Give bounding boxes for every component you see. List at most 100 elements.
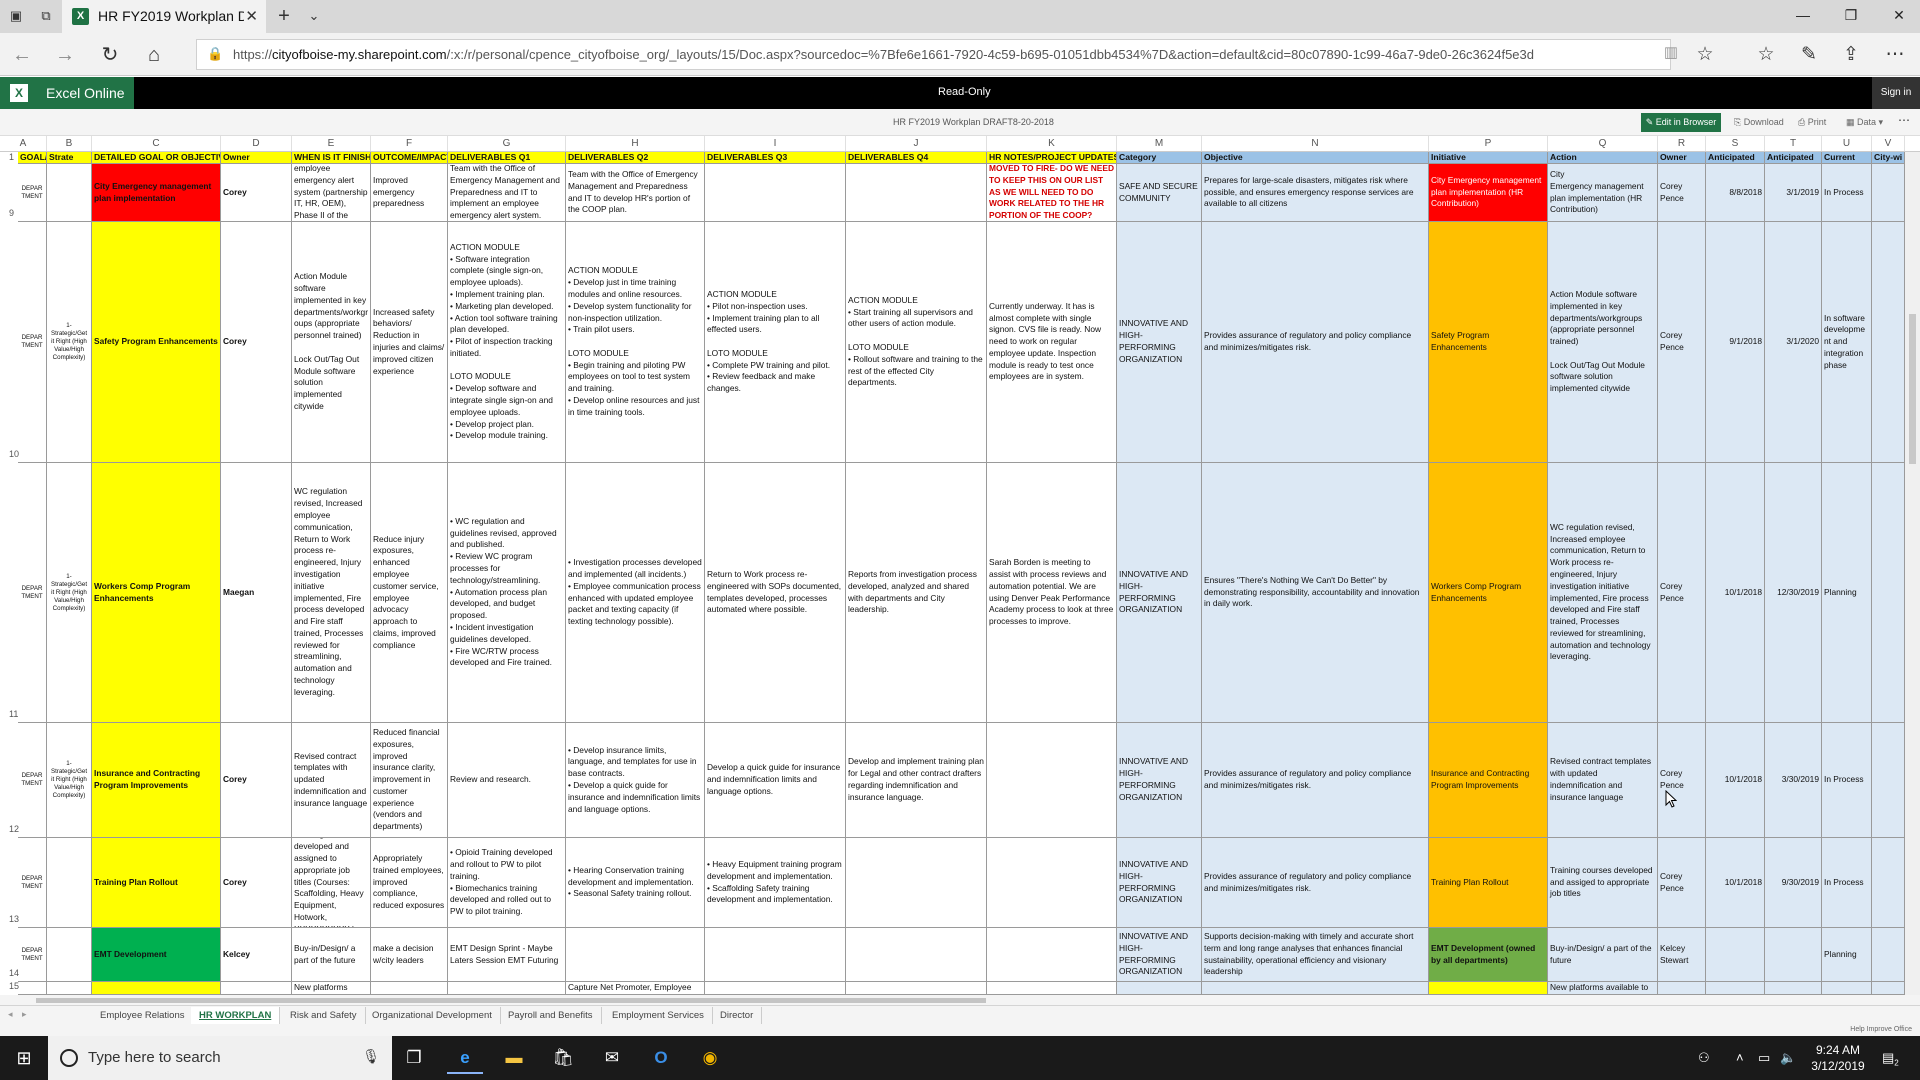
cell-s[interactable]: 10/1/2018: [1706, 838, 1765, 928]
cell-k[interactable]: Currently underway. It has is almost com…: [987, 222, 1117, 463]
cell-k[interactable]: [987, 838, 1117, 928]
cell-i[interactable]: Develop a quick guide for insurance and …: [705, 723, 846, 838]
cell-p[interactable]: City Emergency management plan implement…: [1429, 164, 1548, 222]
cell-t[interactable]: [1765, 928, 1822, 982]
cell-s[interactable]: 8/8/2018: [1706, 164, 1765, 222]
header-cell[interactable]: Action: [1548, 152, 1658, 164]
cell-v[interactable]: [1872, 463, 1905, 723]
mail-icon[interactable]: ✉: [594, 1042, 630, 1074]
cell-p[interactable]: Training Plan Rollout: [1429, 838, 1548, 928]
cell-c[interactable]: Safety Program Enhancements: [92, 222, 221, 463]
cell-e[interactable]: WC regulation revised, Increased employe…: [292, 463, 371, 723]
cell-r[interactable]: Corey Pence: [1658, 723, 1706, 838]
column-header-r[interactable]: R: [1658, 136, 1706, 151]
column-header-j[interactable]: J: [846, 136, 987, 151]
cell-n[interactable]: Provides assurance of regulatory and pol…: [1202, 222, 1429, 463]
cell-d[interactable]: Corey: [221, 222, 292, 463]
sheet-tab-employee-relations[interactable]: Employee Relations: [92, 1007, 194, 1024]
restore-icon[interactable]: ❐: [1836, 7, 1866, 24]
cell-g[interactable]: • Opioid Training developed and rollout …: [448, 838, 566, 928]
cell-d[interactable]: Kelcey: [221, 928, 292, 982]
close-tab-icon[interactable]: ✕: [245, 7, 258, 25]
header-cell[interactable]: GOAL/: [18, 152, 47, 164]
cell-c[interactable]: City Emergency management plan implement…: [92, 164, 221, 222]
cell-h[interactable]: • Hearing Conservation training developm…: [566, 838, 705, 928]
cell-v[interactable]: [1872, 723, 1905, 838]
ribbon-more-icon[interactable]: ⋯: [1898, 113, 1910, 127]
cell-s[interactable]: 10/1/2018: [1706, 723, 1765, 838]
cell-j[interactable]: [846, 982, 987, 995]
cell-r[interactable]: Corey Pence: [1658, 222, 1706, 463]
cell-e[interactable]: Buy-in/Design/ a part of the future: [292, 928, 371, 982]
vertical-scrollbar[interactable]: [1905, 152, 1920, 995]
taskbar-search-box[interactable]: Type here to search 🎙: [48, 1036, 392, 1080]
cell-b[interactable]: [47, 982, 92, 995]
tab-actions-icon[interactable]: ▣: [8, 8, 24, 24]
cell-v[interactable]: [1872, 982, 1905, 995]
column-header-t[interactable]: T: [1765, 136, 1822, 151]
forward-icon[interactable]: →: [53, 43, 77, 67]
cell-a[interactable]: DEPARTMENT: [18, 838, 47, 928]
header-cell[interactable]: HR NOTES/PROJECT UPDATES: [987, 152, 1117, 164]
cell-g[interactable]: ACTION MODULE • Software integration com…: [448, 222, 566, 463]
cell-n[interactable]: [1202, 982, 1429, 995]
row-number[interactable]: 13: [0, 914, 19, 924]
header-cell[interactable]: Initiative: [1429, 152, 1548, 164]
task-view-icon[interactable]: ❐: [396, 1042, 432, 1074]
cell-m[interactable]: SAFE AND SECURE COMMUNITY: [1117, 164, 1202, 222]
cell-e[interactable]: New platforms available: [292, 982, 371, 995]
cell-v[interactable]: [1872, 164, 1905, 222]
cell-m[interactable]: INNOVATIVE AND HIGH-PERFORMING ORGANIZAT…: [1117, 222, 1202, 463]
row-number[interactable]: 10: [0, 449, 19, 459]
cell-b[interactable]: [47, 928, 92, 982]
people-icon[interactable]: ⚇: [1698, 1050, 1710, 1066]
column-header-e[interactable]: E: [292, 136, 371, 151]
cell-j[interactable]: [846, 164, 987, 222]
column-header-m[interactable]: M: [1117, 136, 1202, 151]
edge-browser-icon[interactable]: e: [447, 1042, 483, 1074]
cell-k[interactable]: [987, 982, 1117, 995]
cell-g[interactable]: Team with the Office of Emergency Manage…: [448, 164, 566, 222]
sheet-tab-director[interactable]: Director: [712, 1007, 763, 1024]
cell-f[interactable]: Reduced financial exposures, improved in…: [371, 723, 448, 838]
cell-g[interactable]: [448, 982, 566, 995]
cell-q[interactable]: WC regulation revised, Increased employe…: [1548, 463, 1658, 723]
cell-t[interactable]: 3/1/2019: [1765, 164, 1822, 222]
reading-view-icon[interactable]: ▥: [1658, 43, 1684, 61]
cell-f[interactable]: Reduce injury exposures, enhanced employ…: [371, 463, 448, 723]
column-header-n[interactable]: N: [1202, 136, 1429, 151]
cell-a[interactable]: DEPARTMENT: [18, 723, 47, 838]
cell-c[interactable]: [92, 982, 221, 995]
sheet-tab-risk-and-safety[interactable]: Risk and Safety: [282, 1007, 366, 1024]
cell-h[interactable]: Team with the Office of Emergency Manage…: [566, 164, 705, 222]
column-header-h[interactable]: H: [566, 136, 705, 151]
file-explorer-icon[interactable]: ▬: [496, 1042, 532, 1074]
cell-i[interactable]: • Heavy Equipment training program devel…: [705, 838, 846, 928]
cell-n[interactable]: Provides assurance of regulatory and pol…: [1202, 723, 1429, 838]
spreadsheet-grid[interactable]: GOAL/Strate DETAILED GOAL OR OBJECTIVE Own…: [0, 152, 1905, 995]
column-header-c[interactable]: C: [92, 136, 221, 151]
cell-u[interactable]: In Process: [1822, 723, 1872, 838]
cell-j[interactable]: ACTION MODULE • Start training all super…: [846, 222, 987, 463]
sheet-tab-organizational-development[interactable]: Organizational Development: [364, 1007, 501, 1024]
cell-m[interactable]: INNOVATIVE AND HIGH-PERFORMING ORGANIZAT…: [1117, 723, 1202, 838]
cell-n[interactable]: Provides assurance of regulatory and pol…: [1202, 838, 1429, 928]
cell-t[interactable]: 3/30/2019: [1765, 723, 1822, 838]
cell-r[interactable]: Kelcey Stewart: [1658, 928, 1706, 982]
cell-c[interactable]: Insurance and Contracting Program Improv…: [92, 723, 221, 838]
cell-a[interactable]: DEPARTMENT: [18, 164, 47, 222]
cell-q[interactable]: Training courses developed and assiged t…: [1548, 838, 1658, 928]
cell-h[interactable]: Capture Net Promoter, Employee: [566, 982, 705, 995]
row-number[interactable]: 9: [0, 208, 18, 218]
cell-v[interactable]: [1872, 928, 1905, 982]
header-cell[interactable]: DELIVERABLES Q1: [448, 152, 566, 164]
cell-i[interactable]: [705, 982, 846, 995]
column-header-b[interactable]: B: [47, 136, 92, 151]
cell-t[interactable]: [1765, 982, 1822, 995]
web-note-icon[interactable]: ✎: [1796, 43, 1822, 66]
cell-c[interactable]: Training Plan Rollout: [92, 838, 221, 928]
sheet-tab-hr-workplan[interactable]: HR WORKPLAN: [191, 1007, 281, 1024]
cell-d[interactable]: [221, 982, 292, 995]
tab-preview-icon[interactable]: ⧉: [38, 8, 54, 24]
taskbar-clock[interactable]: 9:24 AM 3/12/2019: [1800, 1042, 1876, 1074]
